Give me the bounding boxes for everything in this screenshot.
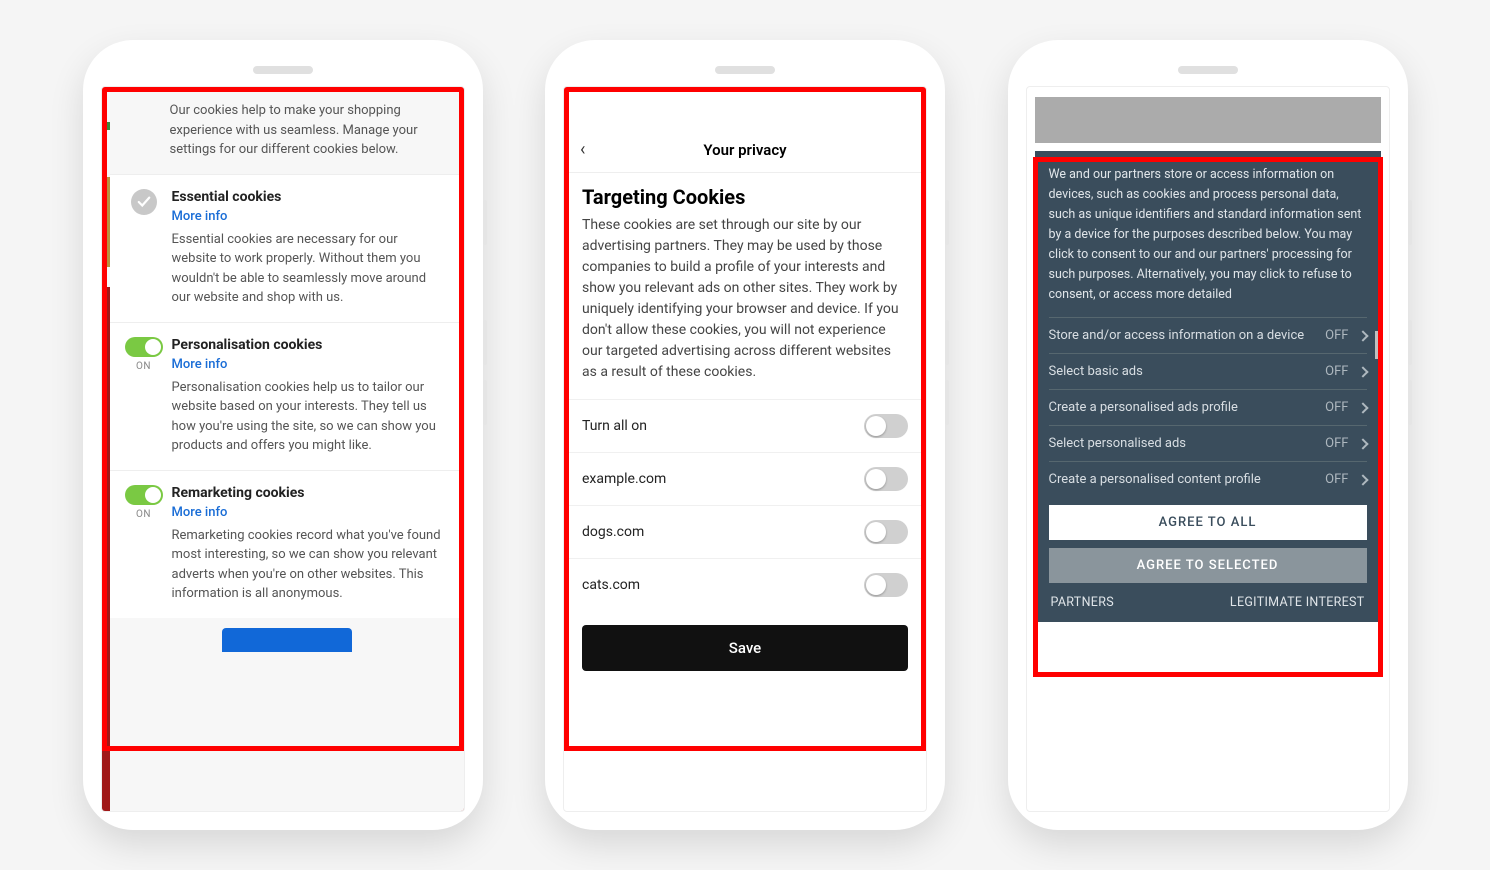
item-label: Select basic ads (1049, 364, 1143, 379)
consent-item[interactable]: Store and/or access information on a dev… (1049, 317, 1367, 353)
item-state: OFF (1325, 400, 1348, 415)
save-button[interactable]: Save (582, 625, 908, 671)
more-info-link[interactable]: More info (172, 357, 444, 372)
page-heading: Targeting Cookies (564, 173, 926, 215)
legitimate-interest-link[interactable]: LEGITIMATE INTEREST (1230, 595, 1365, 610)
item-state: OFF (1325, 364, 1348, 379)
phone-mockup-2: ‹ Your privacy Targeting Cookies These c… (545, 40, 945, 830)
item-label: Create a personalised ads profile (1049, 400, 1238, 415)
scrollbar[interactable] (1375, 331, 1379, 359)
domain-row: dogs.com (564, 505, 926, 558)
toggle-off[interactable] (864, 467, 908, 491)
phone-speaker (1178, 66, 1238, 74)
phone-speaker (253, 66, 313, 74)
toggle-off[interactable] (864, 520, 908, 544)
consent-footer: PARTNERS LEGITIMATE INTEREST (1049, 583, 1367, 614)
consent-item[interactable]: Select basic ads OFF (1049, 353, 1367, 389)
toggle-state-label: ON (136, 361, 151, 372)
phone-side-button (1408, 320, 1412, 365)
item-state: OFF (1325, 328, 1348, 343)
item-state: OFF (1325, 436, 1348, 451)
status-bar-spacer (564, 87, 926, 127)
row-label: example.com (582, 471, 666, 487)
phone-side-button (945, 380, 949, 425)
section-title: Essential cookies (172, 189, 444, 205)
row-label: cats.com (582, 577, 640, 593)
phone-side-button (945, 320, 949, 365)
agree-to-selected-button[interactable]: AGREE TO SELECTED (1049, 548, 1367, 583)
cookie-section-remarketing: ON Remarketing cookies More info Remarke… (110, 470, 464, 618)
save-button-partial[interactable] (222, 628, 352, 652)
toggle-on[interactable] (125, 337, 163, 357)
item-state: OFF (1325, 472, 1348, 487)
row-label: dogs.com (582, 524, 644, 540)
chevron-right-icon (1357, 474, 1368, 485)
page-header-bar (1035, 97, 1381, 143)
header-title: Your privacy (564, 141, 926, 159)
check-circle-icon (131, 189, 157, 215)
consent-item[interactable]: Create a personalised content profile OF… (1049, 461, 1367, 497)
phone-side-button (1408, 380, 1412, 425)
phone-speaker (715, 66, 775, 74)
toggle-state-label: ON (136, 509, 151, 520)
consent-item[interactable]: Create a personalised ads profile OFF (1049, 389, 1367, 425)
item-label: Create a personalised content profile (1049, 472, 1261, 487)
partners-link[interactable]: PARTNERS (1051, 595, 1114, 610)
domain-row: cats.com (564, 558, 926, 611)
modal-header: ‹ Your privacy (564, 127, 926, 173)
chevron-right-icon (1357, 330, 1368, 341)
chevron-right-icon (1357, 438, 1368, 449)
turn-all-on-row: Turn all on (564, 399, 926, 452)
phone-side-button (945, 200, 949, 245)
more-info-link[interactable]: More info (172, 209, 444, 224)
toggle-off[interactable] (864, 414, 908, 438)
page-paragraph: These cookies are set through our site b… (564, 215, 926, 399)
consent-item[interactable]: Select personalised ads OFF (1049, 425, 1367, 461)
item-label: Select personalised ads (1049, 436, 1187, 451)
section-desc: Personalisation cookies help us to tailo… (172, 378, 444, 456)
phone-mockup-3: We and our partners store or access info… (1008, 40, 1408, 830)
chevron-right-icon (1357, 366, 1368, 377)
screen: ‹ Your privacy Targeting Cookies These c… (563, 86, 927, 812)
cookie-section-personalisation: ON Personalisation cookies More info Per… (110, 322, 464, 470)
section-title: Remarketing cookies (172, 485, 444, 501)
phone-mockup-1: Our cookies help to make your shopping e… (83, 40, 483, 830)
cookie-section-essential: Essential cookies More info Essential co… (110, 174, 464, 322)
screen: Our cookies help to make your shopping e… (101, 86, 465, 812)
row-label: Turn all on (582, 418, 647, 434)
cookie-intro-text: Our cookies help to make your shopping e… (110, 87, 464, 174)
phone-side-button (1408, 200, 1412, 245)
consent-intro-text: We and our partners store or access info… (1049, 165, 1367, 305)
toggle-on[interactable] (125, 485, 163, 505)
chevron-right-icon (1357, 402, 1368, 413)
toggle-off[interactable] (864, 573, 908, 597)
phone-side-button (483, 200, 487, 245)
domain-row: example.com (564, 452, 926, 505)
phone-side-button (483, 320, 487, 365)
section-desc: Essential cookies are necessary for our … (172, 230, 444, 308)
screen: We and our partners store or access info… (1026, 86, 1390, 812)
section-title: Personalisation cookies (172, 337, 444, 353)
phone-side-button (483, 380, 487, 425)
section-desc: Remarketing cookies record what you've f… (172, 526, 444, 604)
more-info-link[interactable]: More info (172, 505, 444, 520)
consent-dialog: We and our partners store or access info… (1035, 151, 1381, 622)
agree-to-all-button[interactable]: AGREE TO ALL (1049, 505, 1367, 540)
item-label: Store and/or access information on a dev… (1049, 328, 1305, 343)
